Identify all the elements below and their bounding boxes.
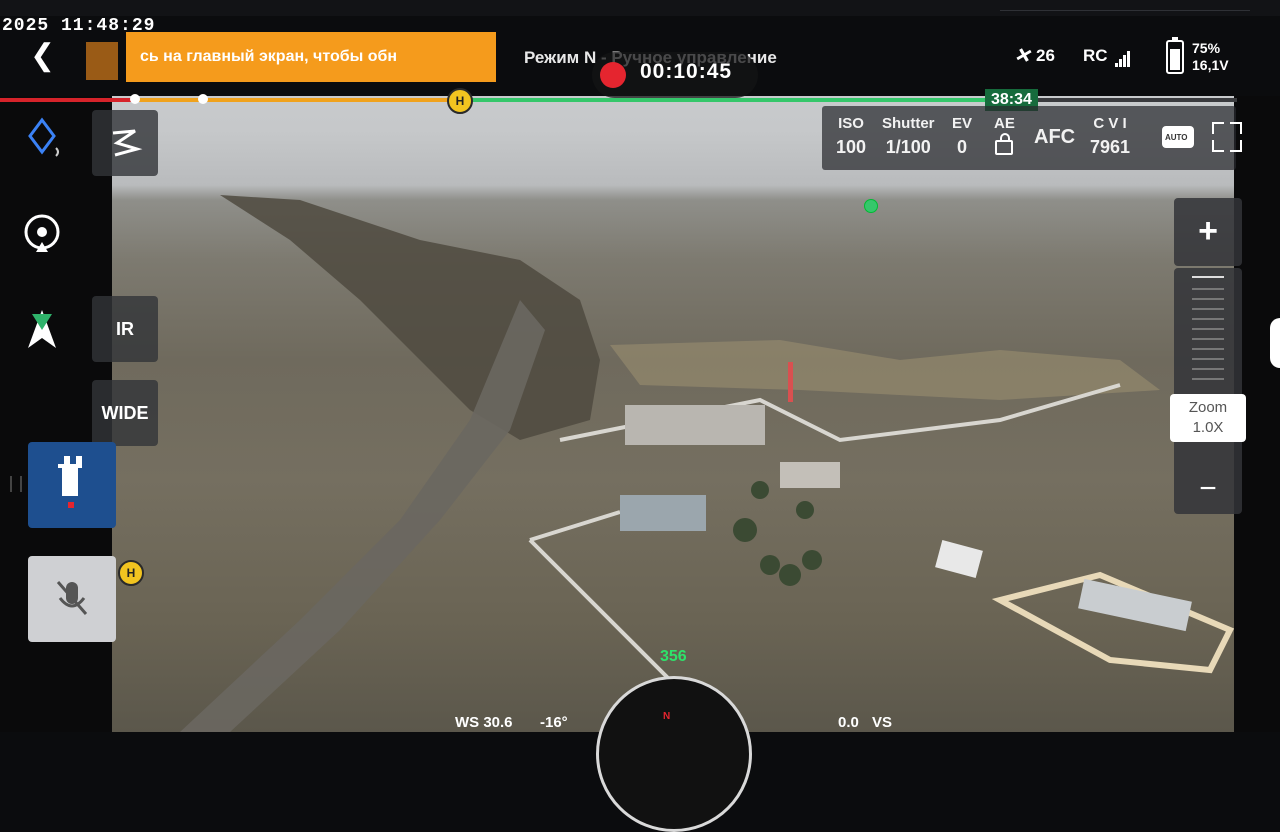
system-strip <box>0 0 1280 16</box>
zoom-value: 1.0X <box>1192 419 1224 436</box>
home-point-icon[interactable]: H <box>118 560 144 586</box>
satellite-icon <box>1014 45 1035 65</box>
ae-lock-icon[interactable] <box>995 133 1014 155</box>
navigation-icon[interactable] <box>22 308 66 352</box>
heading-readout: 356 <box>660 648 687 665</box>
iso-value: 100 <box>836 137 867 157</box>
signal-bars-icon <box>1115 47 1131 67</box>
wind-speed: WS 30.6 <box>455 714 513 731</box>
mute-button[interactable] <box>28 556 116 642</box>
camera-settings-panel[interactable]: ISO 100 Shutter 1/100 EV 0 AE AFC C V I 7961 <box>822 106 1242 170</box>
shutter-label: Shutter <box>882 115 935 132</box>
shutter-value: 1/100 <box>885 137 931 157</box>
back-icon[interactable]: ❮ <box>30 38 58 74</box>
mic-off-icon <box>56 581 88 615</box>
recording-indicator[interactable]: 00:10:45 <box>592 52 758 98</box>
zoom-in-button[interactable]: + <box>1174 198 1242 266</box>
wide-button[interactable]: WIDE <box>92 380 158 446</box>
aircraft-status-icon[interactable] <box>22 116 66 160</box>
compound-wall <box>528 383 1121 682</box>
waypoint-marker <box>864 199 878 213</box>
satellite-status[interactable]: 26 <box>1016 46 1055 66</box>
camera-feed: 2025 11:48:29 ❮ сь на главный экран, что… <box>0 0 1280 832</box>
tower-icon <box>58 456 82 508</box>
battery-readout: 75% 16,1V <box>1192 40 1229 74</box>
notification-tab <box>86 42 118 80</box>
track-dot <box>198 94 208 104</box>
route-icon <box>112 129 143 157</box>
zoom-out-button[interactable]: − <box>1190 474 1226 504</box>
trees <box>733 481 822 586</box>
ruined-building <box>625 405 765 445</box>
notification-banner[interactable]: сь на главный экран, чтобы обн <box>126 32 496 82</box>
compass-icon[interactable]: N <box>596 676 752 832</box>
battery-voltage: 16,1V <box>1192 57 1229 73</box>
track-dot <box>130 94 140 104</box>
building <box>620 495 706 531</box>
rc-label: RC <box>1083 46 1108 65</box>
gimbal-pitch: -16° <box>540 714 568 731</box>
focus-mode[interactable]: AFC <box>1034 126 1075 149</box>
camera-auto-icon[interactable] <box>1162 126 1194 148</box>
recording-time: 00:10:45 <box>640 60 733 83</box>
expand-icon[interactable] <box>1212 122 1242 152</box>
white-container <box>935 540 983 578</box>
route-button[interactable] <box>92 110 158 176</box>
vertical-speed-value: 0.0 <box>838 714 859 731</box>
battery-percent: 75% <box>1192 40 1221 56</box>
home-marker-icon: H <box>447 88 473 114</box>
forest-belt <box>220 195 600 440</box>
battery-time-bar <box>0 98 1237 102</box>
storage-label: C V I <box>1093 115 1127 132</box>
target-icon[interactable] <box>22 212 66 256</box>
ruined-building-2 <box>780 462 840 488</box>
ev-value: 0 <box>957 137 968 157</box>
satellite-count: 26 <box>1036 46 1055 65</box>
zoom-readout: Zoom 1.0X <box>1170 394 1246 442</box>
ev-label: EV <box>952 115 973 132</box>
drawer-handle[interactable] <box>10 476 22 492</box>
rc-signal[interactable]: RC <box>1083 46 1131 67</box>
ir-button[interactable]: IR <box>92 296 158 362</box>
tower-button[interactable] <box>28 442 116 528</box>
field-patch <box>610 340 1160 400</box>
zoom-label: Zoom <box>1188 399 1228 416</box>
ae-label: AE <box>994 115 1015 132</box>
antenna <box>788 362 793 402</box>
storage-value: 7961 <box>1090 137 1131 157</box>
record-dot-icon <box>600 62 626 88</box>
battery-icon[interactable] <box>1166 37 1184 74</box>
iso-label: ISO <box>838 115 864 132</box>
vertical-speed-label: VS <box>872 714 893 731</box>
side-handle[interactable] <box>1270 318 1280 368</box>
